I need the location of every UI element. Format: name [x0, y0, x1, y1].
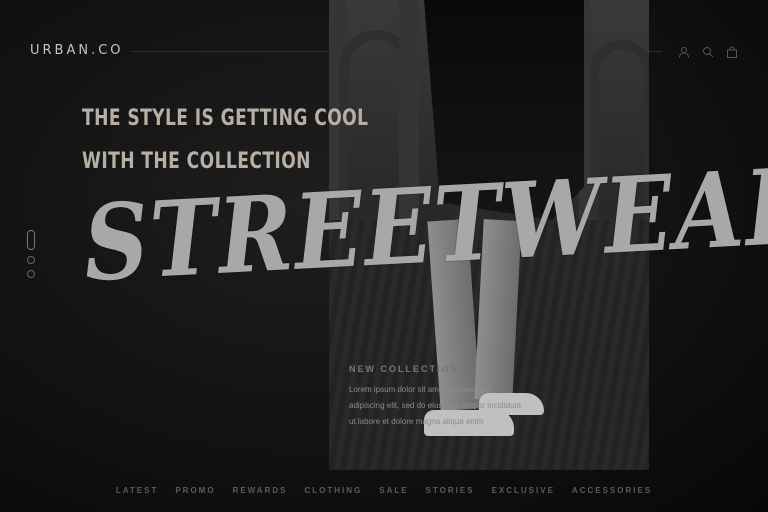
nav-item-promo[interactable]: PROMO: [175, 486, 215, 495]
slide-dot[interactable]: [27, 270, 35, 278]
search-icon[interactable]: [702, 45, 714, 58]
nav-item-sale[interactable]: SALE: [379, 486, 408, 495]
slide-indicator: [27, 230, 35, 284]
nav-item-accessories[interactable]: ACCESSORIES: [572, 486, 652, 495]
header-icons: [678, 45, 738, 58]
headline-line-2: WITH THE COLLECTION: [82, 149, 311, 174]
collection-description: Lorem ipsum dolor sit amet, consectetur …: [349, 385, 522, 426]
user-icon[interactable]: [678, 45, 690, 58]
nav-item-exclusive[interactable]: EXCLUSIVE: [492, 486, 555, 495]
collection-label: NEW COLLECTION: [349, 364, 459, 374]
slide-dot-active[interactable]: [27, 230, 35, 250]
nav-item-clothing[interactable]: CLOTHING: [304, 486, 362, 495]
bottom-nav: LATEST PROMO REWARDS CLOTHING SALE STORI…: [0, 486, 768, 495]
streetwear-title: STREETWEAR: [80, 143, 768, 305]
nav-item-rewards[interactable]: REWARDS: [233, 486, 288, 495]
slide-dot[interactable]: [27, 256, 35, 264]
bag-icon[interactable]: [726, 45, 738, 58]
nav-item-stories[interactable]: STORIES: [426, 486, 475, 495]
brand-logo[interactable]: URBAN.CO: [30, 43, 124, 58]
nav-item-latest[interactable]: LATEST: [116, 486, 159, 495]
headline-line-1: THE STYLE IS GETTING COOL: [82, 106, 369, 131]
